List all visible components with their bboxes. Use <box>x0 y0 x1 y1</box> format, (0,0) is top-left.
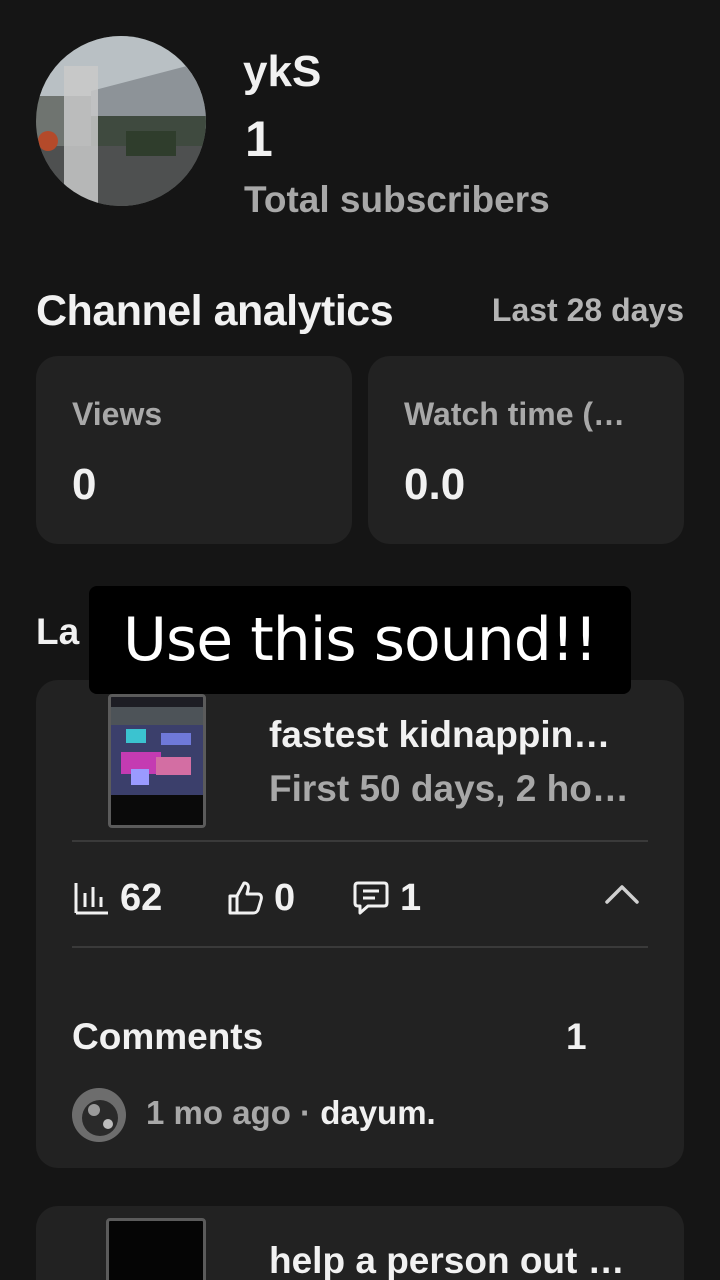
likes-metric: 0 <box>226 876 295 920</box>
comments-metric: 1 <box>352 876 421 920</box>
views-value: 0 <box>72 460 97 509</box>
divider <box>72 840 648 842</box>
views-card[interactable]: Views 0 <box>36 356 352 544</box>
comment-time: 1 mo ago <box>146 1094 291 1131</box>
latest-video-card[interactable]: fastest kidnappin… First 50 days, 2 ho… … <box>36 680 684 1168</box>
subscriber-count: 1 <box>245 111 273 167</box>
analytics-title: Channel analytics <box>36 287 394 335</box>
comment-text: dayum. <box>320 1094 436 1131</box>
comment-icon <box>353 881 389 915</box>
divider <box>72 946 648 948</box>
bar-chart-icon <box>74 883 108 915</box>
video-thumbnail[interactable] <box>106 1218 206 1280</box>
comments-label: Comments <box>72 1016 264 1057</box>
watch-time-label: Watch time (… <box>404 396 626 432</box>
video-title[interactable]: help a person out … <box>269 1240 625 1280</box>
views-count: 62 <box>120 876 163 919</box>
watch-time-value: 0.0 <box>404 460 466 509</box>
comments-count: 1 <box>566 1016 587 1057</box>
comments-count-metric: 1 <box>400 876 422 919</box>
views-metric: 62 <box>72 876 162 920</box>
chevron-up-icon[interactable] <box>604 882 640 911</box>
latest-content-heading: La <box>36 611 80 652</box>
channel-name: ykS <box>243 47 322 96</box>
video-subtitle: First 50 days, 2 ho… <box>269 768 629 809</box>
views-label: Views <box>72 396 163 432</box>
channel-dashboard: ykS 1 Total subscribers Channel analytic… <box>0 0 720 1280</box>
video-title[interactable]: fastest kidnappin… <box>269 714 610 756</box>
second-video-card[interactable]: help a person out … <box>36 1206 684 1280</box>
comment-separator: · <box>290 1094 321 1131</box>
subscriber-label: Total subscribers <box>244 179 550 220</box>
thumbs-up-icon <box>228 881 263 915</box>
watch-time-card[interactable]: Watch time (… 0.0 <box>368 356 684 544</box>
caption-overlay: Use this sound!! <box>89 586 631 694</box>
comment-line[interactable]: 1 mo ago · dayum. <box>146 1094 436 1132</box>
video-thumbnail[interactable] <box>108 694 206 828</box>
commenter-avatar[interactable] <box>72 1088 126 1142</box>
channel-avatar[interactable] <box>36 36 206 206</box>
analytics-period: Last 28 days <box>491 292 684 328</box>
likes-count: 0 <box>274 876 296 919</box>
